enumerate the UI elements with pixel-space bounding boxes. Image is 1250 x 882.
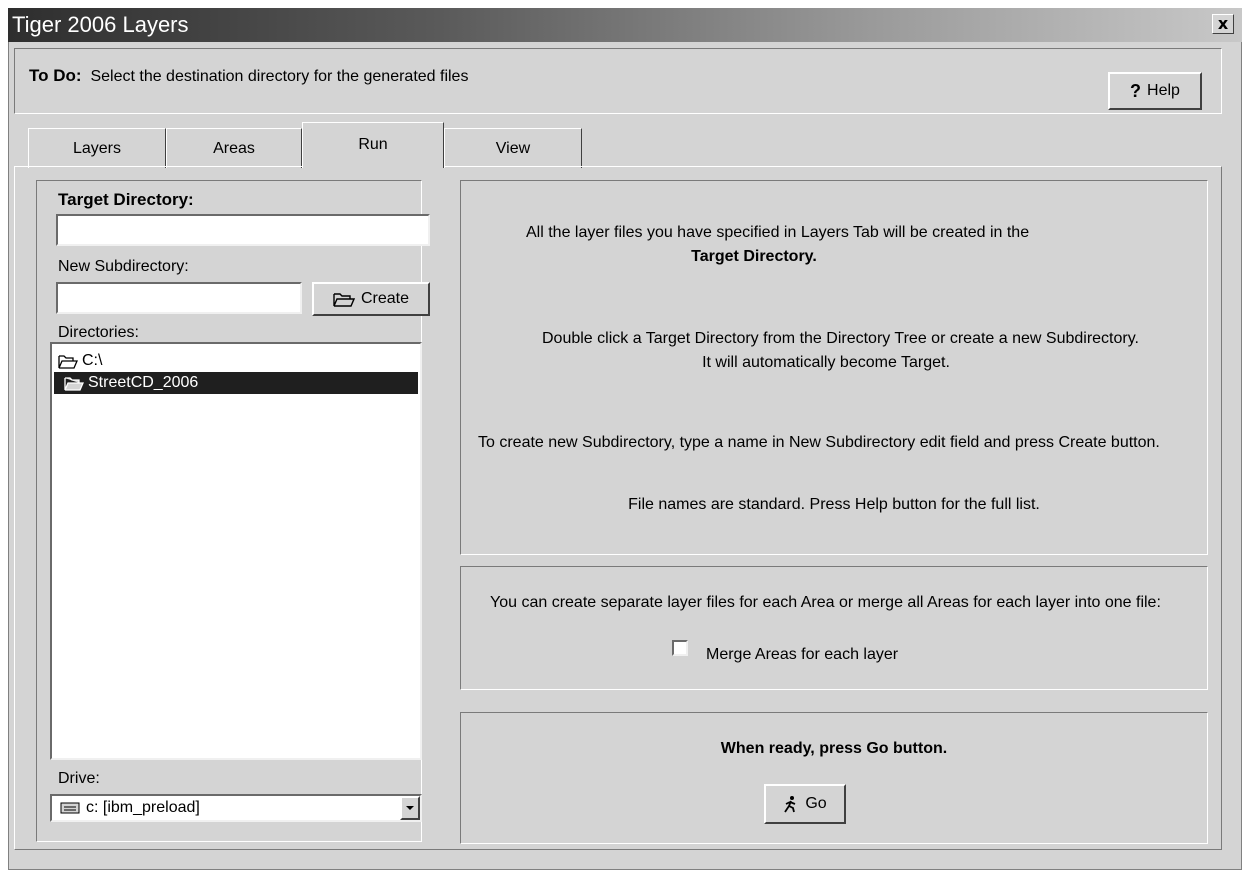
tab-view[interactable]: View (444, 128, 582, 168)
info-line-1: All the layer files you have specified i… (526, 224, 1030, 241)
tab-run[interactable]: Run (302, 122, 444, 168)
folder-open-icon (64, 376, 84, 391)
tab-label: Layers (72, 140, 122, 157)
merge-areas-label[interactable]: Merge Areas for each layer (706, 646, 898, 664)
info-line-4: It will automatically become Target. (702, 354, 950, 371)
tab-areas[interactable]: Areas (166, 128, 302, 168)
merge-panel (460, 566, 1208, 690)
merge-areas-checkbox[interactable] (672, 640, 688, 656)
todo-panel: To Do: Select the destination directory … (14, 48, 1222, 114)
create-button[interactable]: Create (312, 282, 430, 316)
drive-select[interactable]: c: [ibm_preload] (50, 794, 422, 822)
info-line-2: Target Directory. (691, 248, 817, 265)
info-line-6: File names are standard. Press Help butt… (628, 496, 1040, 513)
drive-value: c: [ibm_preload] (86, 799, 200, 816)
help-button[interactable]: ? Help (1108, 72, 1202, 110)
directories-label: Directories: (58, 324, 139, 341)
window-title: Tiger 2006 Layers (12, 12, 189, 37)
tab-label: View (495, 140, 531, 157)
info-line-5: To create new Subdirectory, type a name … (478, 434, 1160, 451)
tab-layers[interactable]: Layers (28, 128, 166, 168)
todo-instruction: Select the destination directory for the… (90, 68, 469, 85)
todo-label: To Do: (29, 66, 82, 85)
go-panel (460, 712, 1208, 844)
info-line-3: Double click a Target Directory from the… (542, 330, 1139, 347)
target-directory-input[interactable] (56, 214, 430, 246)
directory-item-label: StreetCD_2006 (88, 374, 199, 391)
close-icon: x (1217, 14, 1229, 33)
new-subdirectory-label: New Subdirectory: (58, 258, 189, 275)
drive-label: Drive: (58, 770, 100, 787)
new-subdirectory-input[interactable] (56, 282, 302, 314)
directory-item[interactable]: C:\ (58, 352, 102, 370)
create-label: Create (360, 290, 410, 307)
go-instruction: When ready, press Go button. (720, 740, 948, 757)
running-man-icon (784, 796, 796, 813)
close-button[interactable]: x (1212, 14, 1234, 34)
tab-label: Run (358, 136, 388, 153)
folder-open-icon (333, 293, 355, 307)
target-directory-label: Target Directory: (58, 190, 194, 209)
directory-item-label: C:\ (82, 352, 103, 369)
tab-label: Areas (213, 140, 255, 157)
go-button[interactable]: Go (764, 784, 846, 824)
title-bar[interactable]: Tiger 2006 Layers x (8, 8, 1242, 42)
question-icon: ? (1130, 80, 1142, 101)
directory-tree[interactable] (50, 342, 422, 760)
help-label: Help (1147, 82, 1180, 99)
drive-dropdown-button[interactable] (400, 796, 420, 820)
chevron-down-icon (406, 806, 414, 810)
todo-text: To Do: Select the destination directory … (29, 66, 468, 86)
directory-item[interactable]: StreetCD_2006 (64, 374, 198, 392)
merge-description: You can create separate layer files for … (490, 594, 1161, 611)
go-label: Go (805, 795, 827, 812)
folder-open-icon (58, 354, 78, 369)
drive-icon (60, 802, 80, 814)
